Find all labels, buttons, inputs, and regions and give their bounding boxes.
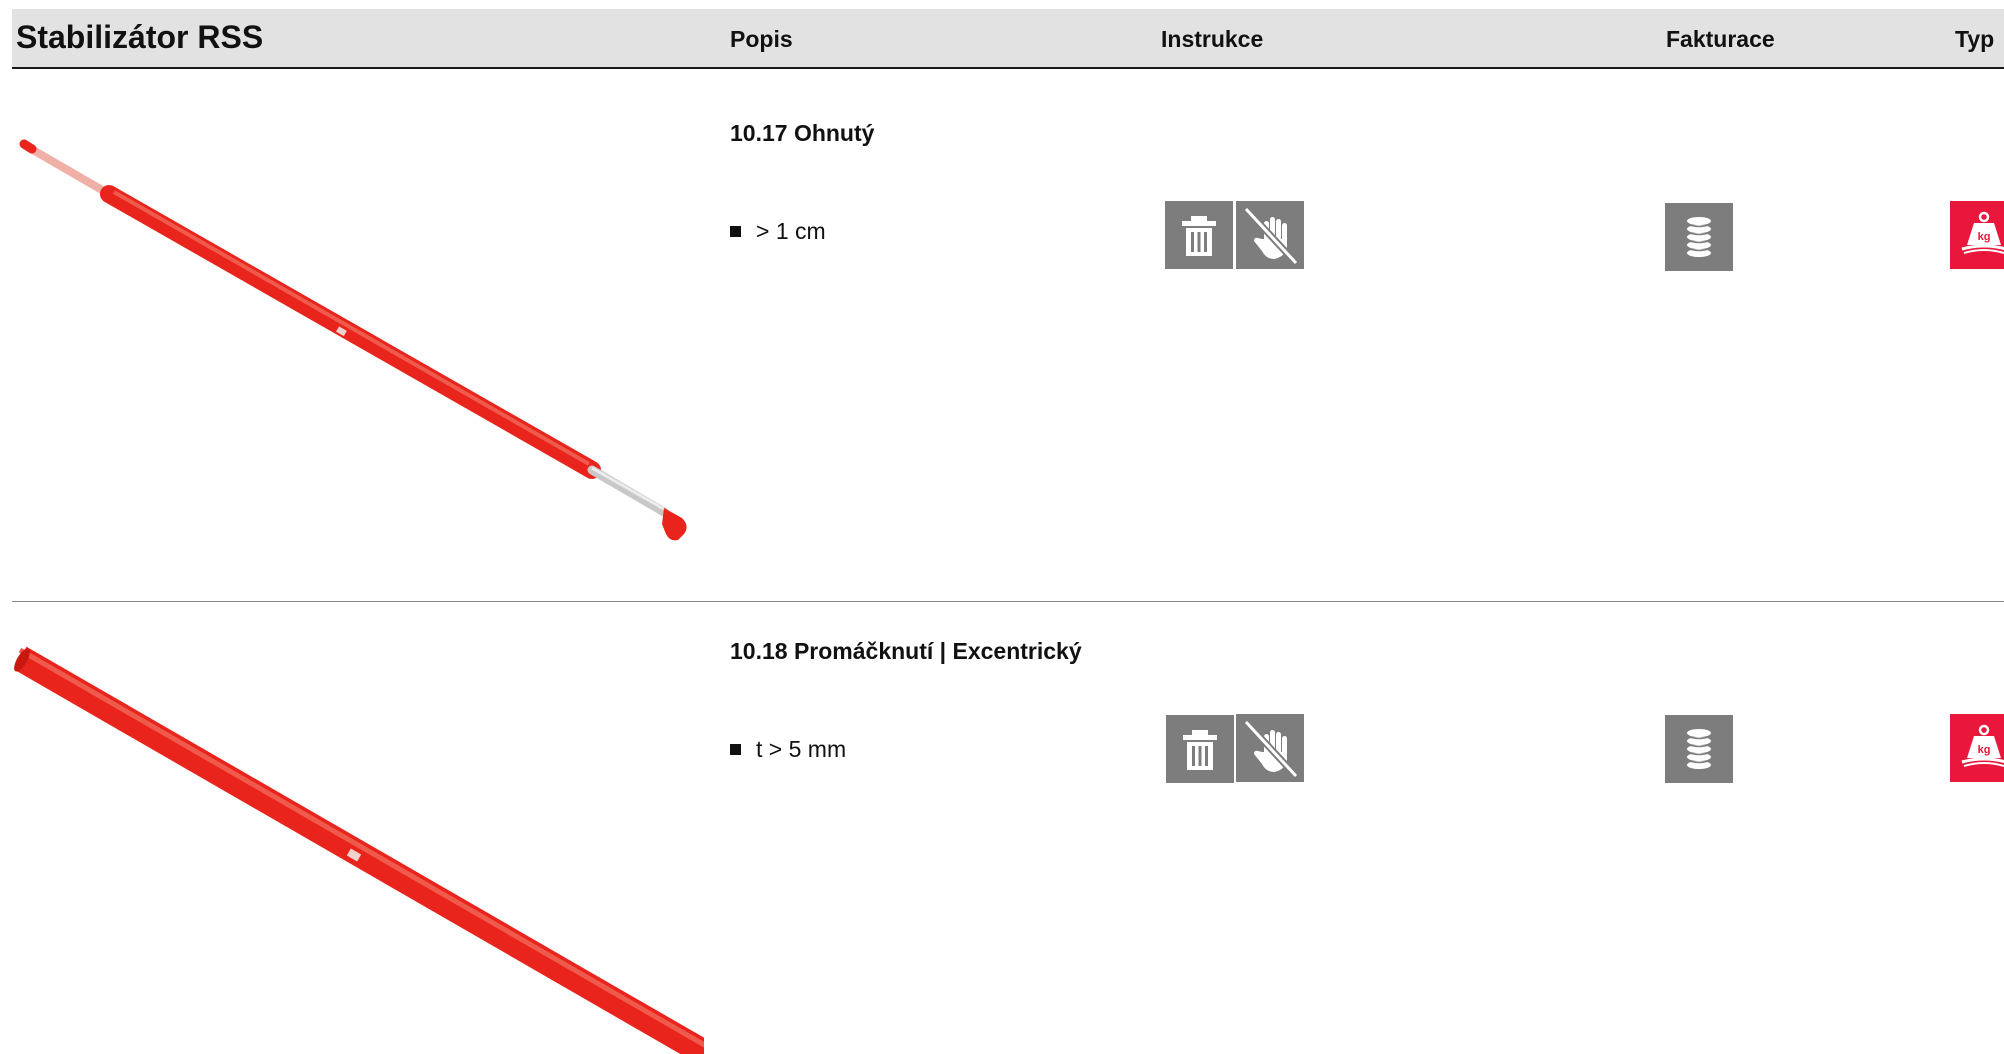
table-header: Stabilizátor RSS Popis Instrukce Faktura… (12, 9, 2004, 69)
column-header-instrukce: Instrukce (1161, 26, 1264, 52)
column-header-popis: Popis (730, 26, 793, 52)
bullet-square (730, 744, 741, 755)
trash-icon (1165, 201, 1233, 269)
row-title: 10.18 Promáčknutí | Excentrický (730, 638, 1082, 664)
bullet-text: t > 5 mm (756, 736, 847, 762)
trash-icon (1166, 715, 1234, 783)
dented-stabilizer-image (14, 646, 704, 1054)
no-hand-icon (1236, 201, 1304, 269)
column-header-fakturace: Fakturace (1666, 26, 1775, 52)
row-title: 10.17 Ohnutý (730, 120, 875, 146)
bullet-item: t > 5 mm (730, 736, 846, 763)
coin-stack-icon (1665, 203, 1733, 271)
bullet-square (730, 226, 741, 237)
bullet-item: > 1 cm (730, 218, 826, 245)
kg-weight-icon: kg (1950, 201, 2004, 269)
bent-stabilizer-image (19, 139, 687, 541)
column-header-typ: Typ (1955, 26, 1995, 52)
page-title: Stabilizátor RSS (16, 19, 264, 55)
no-hand-icon (1236, 714, 1304, 782)
coin-stack-icon (1665, 715, 1733, 783)
kg-weight-icon: kg (1950, 714, 2004, 782)
kg-label: kg (1978, 231, 1991, 243)
bullet-text: > 1 cm (756, 218, 826, 244)
kg-label: kg (1978, 744, 1991, 756)
row-divider (12, 601, 2004, 602)
